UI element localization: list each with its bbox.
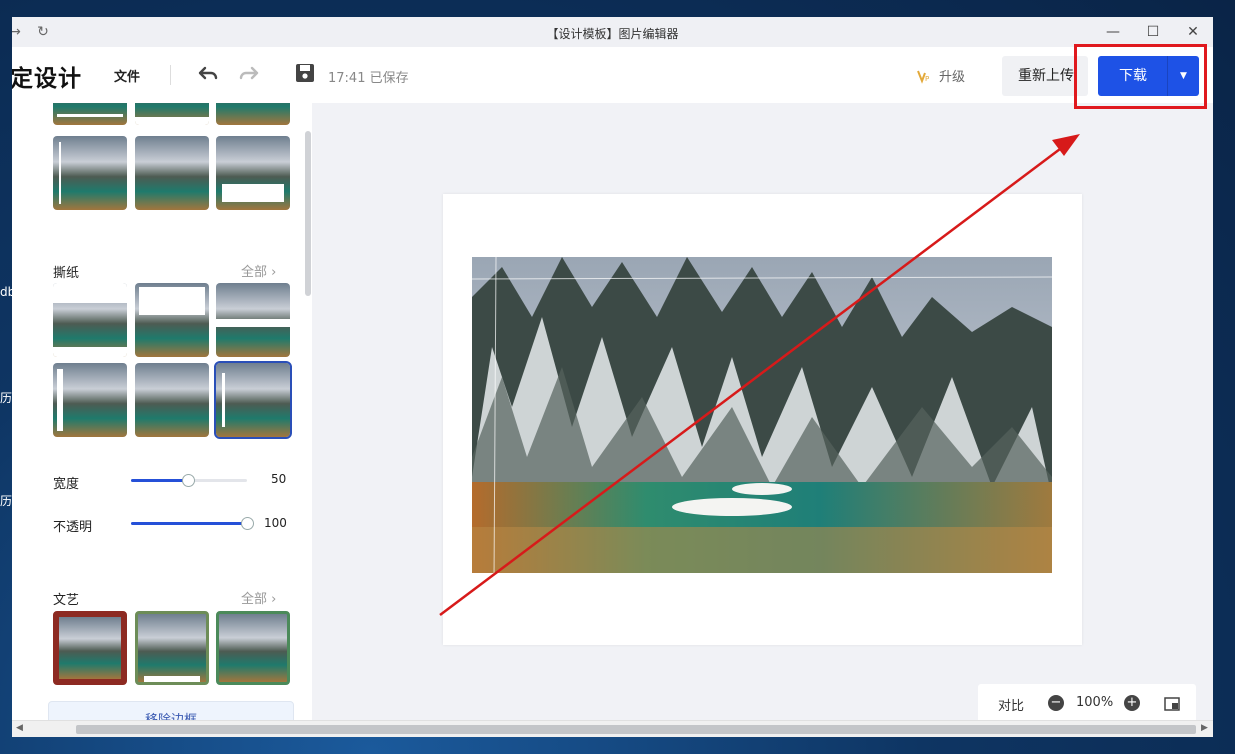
- horizontal-scroll-thumb[interactable]: [76, 725, 1196, 734]
- editor-toolbar: 定设计 文件 17:41 已保存 P 升级 重新上传 下载 ▼: [12, 47, 1213, 103]
- canvas-paper: [443, 194, 1082, 645]
- svg-text:P: P: [925, 75, 929, 83]
- art-view-all[interactable]: 全部 ›: [241, 588, 276, 607]
- scroll-right-icon[interactable]: ▶: [1201, 723, 1208, 733]
- frame-thumbnail[interactable]: [135, 103, 209, 125]
- width-slider-fill: [131, 479, 189, 482]
- chevron-right-icon: ›: [271, 592, 277, 607]
- width-slider[interactable]: [131, 474, 247, 487]
- redo-icon[interactable]: [237, 61, 261, 85]
- save-status: 17:41 已保存: [328, 71, 409, 86]
- title-bar: → ↻ 【设计模板】图片编辑器 — ☐ ✕: [12, 17, 1213, 47]
- torn-paper-thumbnail[interactable]: [53, 283, 127, 357]
- upgrade-label: 升级: [939, 70, 966, 85]
- section-title-torn-paper: 撕纸: [53, 266, 80, 281]
- opacity-value: 100: [264, 516, 287, 530]
- minimap-icon[interactable]: [1164, 696, 1180, 712]
- horizontal-scrollbar[interactable]: ◀ ▶: [12, 720, 1213, 737]
- torn-paper-thumbnail[interactable]: [135, 283, 209, 357]
- width-slider-handle[interactable]: [182, 474, 195, 487]
- view-all-label: 全部: [241, 265, 268, 280]
- desktop-text-fragment: 历: [0, 391, 13, 405]
- torn-paper-thumbnail[interactable]: [216, 283, 290, 357]
- window-title: 【设计模板】图片编辑器: [546, 27, 679, 41]
- width-label: 宽度: [53, 477, 80, 492]
- download-highlight-annotation: [1074, 44, 1207, 109]
- toolbar-divider: [170, 65, 171, 85]
- opacity-slider-handle[interactable]: [241, 517, 254, 530]
- save-icon[interactable]: [294, 62, 316, 84]
- minimize-icon[interactable]: —: [1101, 21, 1125, 43]
- file-menu[interactable]: 文件: [114, 66, 140, 85]
- upgrade-button[interactable]: P 升级: [917, 66, 965, 85]
- vip-icon: P: [917, 70, 929, 84]
- frame-thumbnail[interactable]: [216, 136, 290, 210]
- opacity-label: 不透明: [53, 520, 93, 535]
- frame-thumbnail[interactable]: [53, 136, 127, 210]
- landscape-photo[interactable]: [472, 257, 1052, 581]
- undo-icon[interactable]: [196, 61, 220, 85]
- close-icon[interactable]: ✕: [1181, 21, 1205, 43]
- frame-thumbnail[interactable]: [216, 103, 290, 125]
- zoom-in-icon[interactable]: +: [1124, 695, 1140, 711]
- scroll-left-icon[interactable]: ◀: [16, 723, 23, 733]
- contrast-toggle[interactable]: 对比: [998, 695, 1024, 714]
- frame-panel: 撕纸 全部 › 宽度 50 不透明 100 文艺 全部 › 移除边框: [12, 103, 312, 737]
- width-value: 50: [271, 472, 287, 486]
- zoom-out-icon[interactable]: −: [1048, 695, 1064, 711]
- maximize-icon[interactable]: ☐: [1141, 21, 1165, 43]
- zoom-bar: 对比 − 100% +: [978, 684, 1196, 724]
- art-frame-thumbnail[interactable]: [53, 611, 127, 685]
- torn-paper-thumbnail-selected[interactable]: [214, 361, 292, 439]
- art-frame-thumbnail[interactable]: [216, 611, 290, 685]
- art-frame-thumbnail[interactable]: [135, 611, 209, 685]
- opacity-slider-fill: [131, 522, 247, 525]
- torn-paper-thumbnail[interactable]: [135, 363, 209, 437]
- desktop-text-fragment: 历: [0, 494, 13, 508]
- panel-scrollbar[interactable]: [305, 131, 311, 296]
- view-all-label: 全部: [241, 592, 268, 607]
- opacity-slider[interactable]: [131, 517, 254, 530]
- torn-paper-thumbnail[interactable]: [53, 363, 127, 437]
- zoom-level: 100%: [1076, 695, 1114, 710]
- frame-thumbnail[interactable]: [53, 103, 127, 125]
- app-title: 定设计: [12, 66, 82, 92]
- section-title-art: 文艺: [53, 593, 80, 608]
- image-editor-window: → ↻ 【设计模板】图片编辑器 — ☐ ✕ 定设计 文件 17:41 已保存 P…: [12, 17, 1213, 737]
- frame-thumbnail[interactable]: [135, 136, 209, 210]
- torn-paper-view-all[interactable]: 全部 ›: [241, 261, 276, 280]
- chevron-right-icon: ›: [271, 265, 277, 280]
